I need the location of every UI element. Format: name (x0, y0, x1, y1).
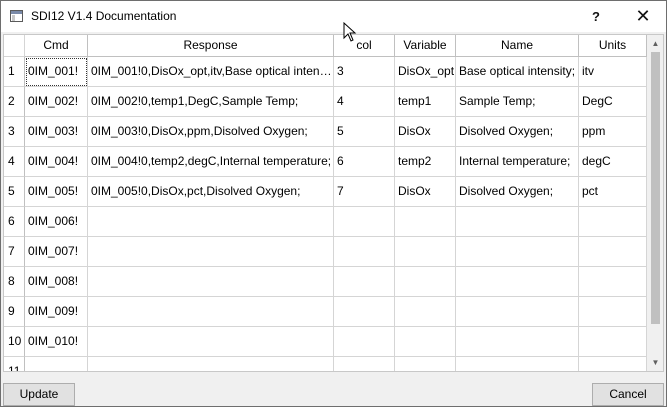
table-cell-col[interactable]: 6 (334, 147, 395, 177)
table-cell-col[interactable] (334, 237, 395, 267)
table-cell-name[interactable] (456, 267, 579, 297)
mouse-cursor-icon (343, 22, 357, 42)
table-cell-variable[interactable] (395, 267, 456, 297)
column-header-response[interactable]: Response (88, 35, 334, 57)
column-header-name[interactable]: Name (456, 35, 579, 57)
table-cell-cmd[interactable]: 0IM_010! (25, 327, 88, 357)
table-cell-variable[interactable]: temp2 (395, 147, 456, 177)
column-header-cmd[interactable]: Cmd (25, 35, 88, 57)
table-cell-cmd[interactable]: 0IM_003! (25, 117, 88, 147)
row-header[interactable]: 4 (4, 147, 25, 177)
row-header[interactable]: 3 (4, 117, 25, 147)
table-cell-cmd[interactable]: 0IM_009! (25, 297, 88, 327)
dialog-window: SDI12 V1.4 Documentation ? ✕ Cmd Response… (0, 0, 667, 407)
documentation-table[interactable]: Cmd Response col Variable Name Units 1 0IM_001!… (3, 34, 664, 372)
table-cell-col[interactable]: 5 (334, 117, 395, 147)
row-header[interactable]: 5 (4, 177, 25, 207)
table-cell-units[interactable]: DegC (579, 87, 647, 117)
table-cell-variable[interactable]: DisOx_opt (395, 57, 456, 87)
table-cell-cmd[interactable]: 0IM_005! (25, 177, 88, 207)
table-cell-cmd[interactable]: 0IM_008! (25, 267, 88, 297)
row-header[interactable]: 9 (4, 297, 25, 327)
row-header[interactable]: 2 (4, 87, 25, 117)
table-cell-col[interactable] (334, 267, 395, 297)
row-header[interactable]: 8 (4, 267, 25, 297)
table-cell-name[interactable]: Base optical intensity; (456, 57, 579, 87)
vertical-scrollbar[interactable]: ▲ ▼ (647, 35, 663, 371)
table-cell-cmd[interactable]: 0IM_002! (25, 87, 88, 117)
table-cell-units[interactable] (579, 327, 647, 357)
table-cell-name[interactable] (456, 237, 579, 267)
table-cell-name[interactable]: Disolved Oxygen; (456, 117, 579, 147)
row-header[interactable]: 11 (4, 357, 25, 371)
table-cell-cmd[interactable]: 0IM_006! (25, 207, 88, 237)
table-cell-name[interactable] (456, 357, 579, 371)
help-button[interactable]: ? (573, 1, 619, 32)
row-header[interactable]: 10 (4, 327, 25, 357)
scroll-up-icon[interactable]: ▲ (647, 35, 663, 52)
table-cell-response[interactable] (88, 327, 334, 357)
table-cell-variable[interactable] (395, 207, 456, 237)
window-title: SDI12 V1.4 Documentation (31, 9, 177, 23)
table-cell-units[interactable] (579, 357, 647, 371)
table-cell-cmd[interactable]: 0IM_007! (25, 237, 88, 267)
table-cell-units[interactable]: pct (579, 177, 647, 207)
row-header[interactable]: 6 (4, 207, 25, 237)
table-cell-response[interactable]: 0IM_005!0,DisOx,pct,Disolved Oxygen; (88, 177, 334, 207)
table-cell-name[interactable] (456, 297, 579, 327)
update-button[interactable]: Update (3, 383, 75, 406)
table-cell-variable[interactable] (395, 237, 456, 267)
table-cell-response[interactable] (88, 267, 334, 297)
table-cell-response[interactable] (88, 297, 334, 327)
row-header[interactable]: 1 (4, 57, 25, 87)
table-cell-name[interactable] (456, 207, 579, 237)
table-cell-units[interactable] (579, 297, 647, 327)
table-cell-col[interactable]: 4 (334, 87, 395, 117)
table-cell-variable[interactable]: DisOx (395, 177, 456, 207)
app-window-icon (10, 10, 23, 22)
table-cell-units[interactable]: itv (579, 57, 647, 87)
table-cell-col[interactable] (334, 297, 395, 327)
table-cell-response[interactable] (88, 237, 334, 267)
table-cell-response[interactable]: 0IM_001!0,DisOx_opt,itv,Base optical int… (88, 57, 334, 87)
table-cell-units[interactable] (579, 237, 647, 267)
table-cell-units[interactable] (579, 207, 647, 237)
table-corner[interactable] (4, 35, 25, 57)
table-cell-variable[interactable] (395, 327, 456, 357)
table-cell-name[interactable]: Sample Temp; (456, 87, 579, 117)
scroll-down-icon[interactable]: ▼ (647, 354, 663, 371)
column-header-units[interactable]: Units (579, 35, 647, 57)
title-bar[interactable]: SDI12 V1.4 Documentation ? ✕ (1, 1, 666, 32)
table-cell-cmd[interactable]: 0IM_004! (25, 147, 88, 177)
table-cell-cmd[interactable] (25, 357, 88, 371)
table-cell-response[interactable]: 0IM_002!0,temp1,DegC,Sample Temp; (88, 87, 334, 117)
table-cell-variable[interactable]: temp1 (395, 87, 456, 117)
table-cell-col[interactable]: 3 (334, 57, 395, 87)
table-cell-response[interactable]: 0IM_004!0,temp2,degC,Internal temperatur… (88, 147, 334, 177)
cancel-button[interactable]: Cancel (592, 383, 664, 406)
table-cell-col[interactable]: 7 (334, 177, 395, 207)
table-cell-name[interactable] (456, 327, 579, 357)
table-cell-units[interactable] (579, 267, 647, 297)
table-cell-response[interactable] (88, 207, 334, 237)
table-cell-variable[interactable] (395, 357, 456, 371)
table-cell-variable[interactable]: DisOx (395, 117, 456, 147)
row-header[interactable]: 7 (4, 237, 25, 267)
scroll-thumb[interactable] (651, 52, 660, 324)
table-cell-cmd[interactable]: 0IM_001! (25, 57, 88, 87)
close-button[interactable]: ✕ (620, 1, 666, 32)
table-cell-name[interactable]: Disolved Oxygen; (456, 177, 579, 207)
column-header-variable[interactable]: Variable (395, 35, 456, 57)
table-cell-variable[interactable] (395, 297, 456, 327)
table-cell-name[interactable]: Internal temperature; (456, 147, 579, 177)
table-cell-units[interactable]: ppm (579, 117, 647, 147)
table-cell-response[interactable]: 0IM_003!0,DisOx,ppm,Disolved Oxygen; (88, 117, 334, 147)
table-cell-response[interactable] (88, 357, 334, 371)
table-cell-units[interactable]: degC (579, 147, 647, 177)
table-cell-col[interactable] (334, 207, 395, 237)
table-cell-col[interactable] (334, 327, 395, 357)
table-cell-col[interactable] (334, 357, 395, 371)
